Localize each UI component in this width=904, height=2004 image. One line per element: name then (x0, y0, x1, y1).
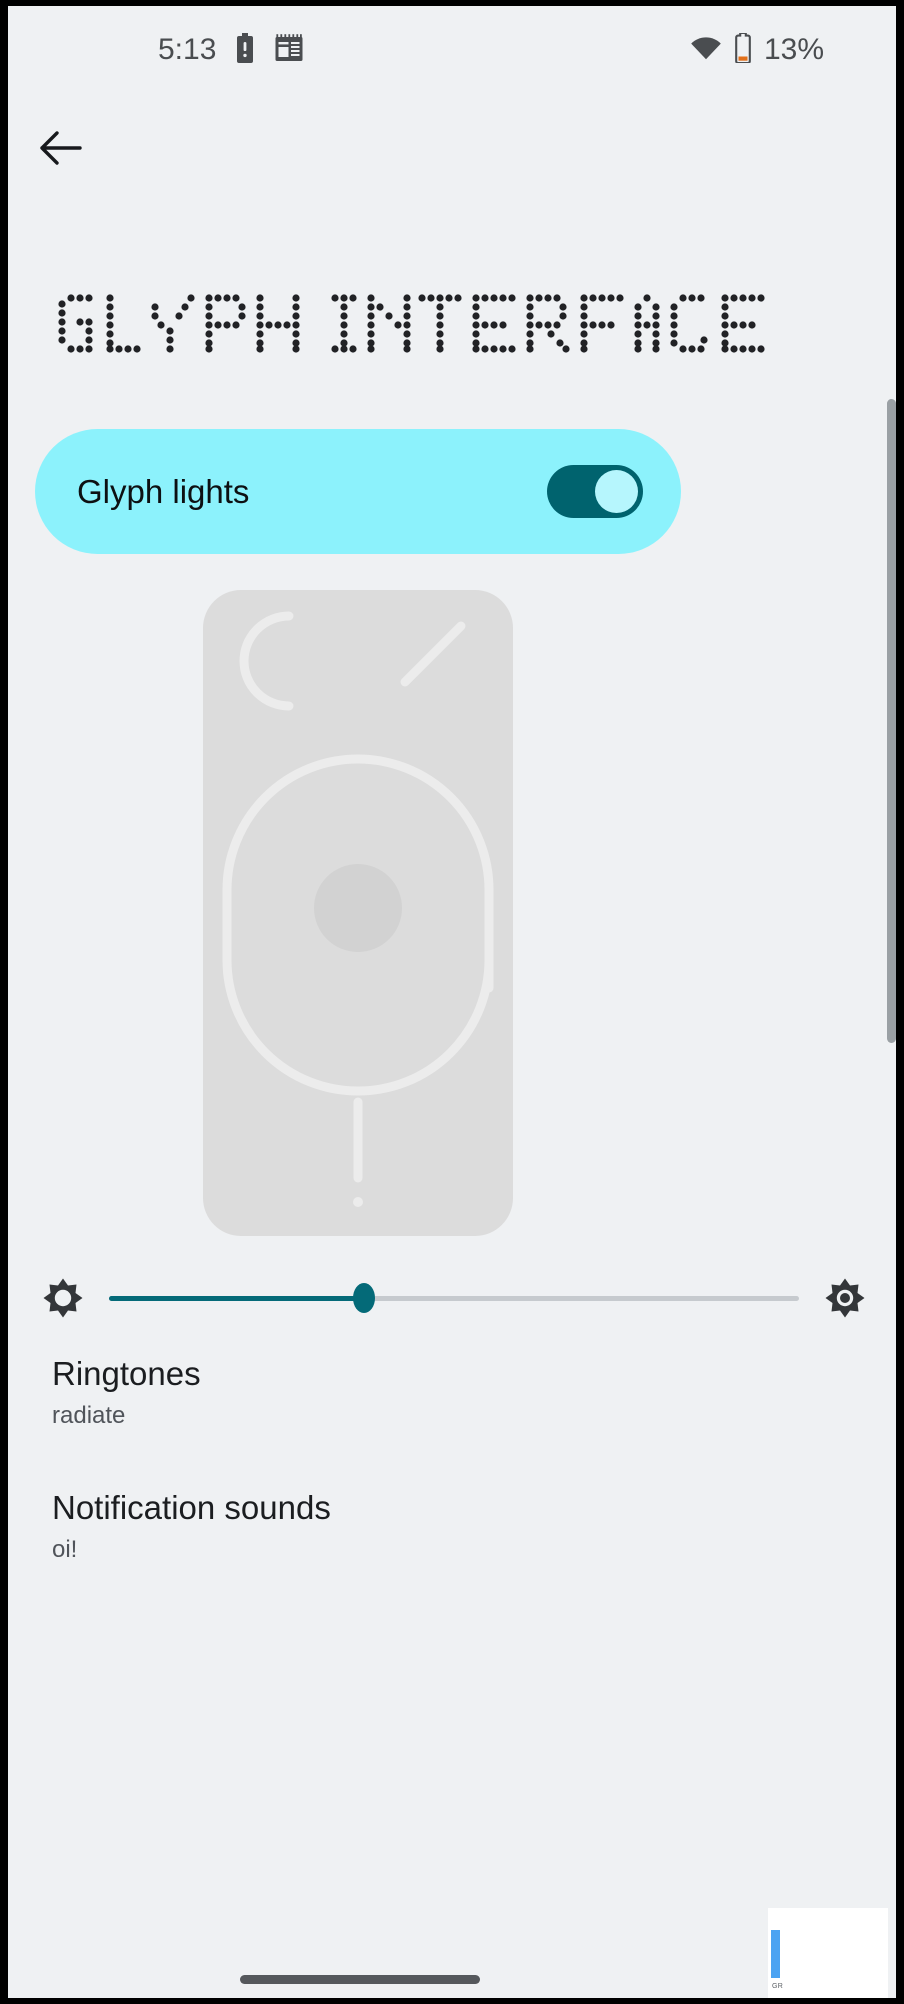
list-item-title: Notification sounds (52, 1489, 331, 1526)
battery-alert-icon (234, 32, 256, 68)
nothing-phone-glyph-diagram (203, 590, 513, 1236)
list-item-ringtones[interactable]: Ringtones radiate (52, 1354, 752, 1432)
battery-percent-label: 13% (763, 33, 824, 66)
overlay-accent-bar (771, 1930, 780, 1978)
status-bar: 5:13 13% (8, 6, 896, 94)
status-bar-left: 5:13 (158, 32, 304, 68)
glyph-lights-card[interactable]: Glyph lights (35, 429, 681, 554)
brightness-slider[interactable] (109, 1278, 799, 1318)
brightness-low-icon[interactable] (39, 1274, 87, 1322)
status-bar-right: 13% (690, 31, 824, 68)
slider-thumb[interactable] (353, 1283, 376, 1313)
list-item-notification-sounds[interactable]: Notification sounds oi! (52, 1488, 752, 1566)
glyph-interface-dotmatrix (58, 294, 765, 353)
list-item-title: Ringtones (52, 1355, 201, 1392)
back-button[interactable] (32, 120, 88, 176)
slider-fill (109, 1295, 365, 1301)
brightness-high-icon[interactable] (821, 1274, 869, 1322)
gesture-navigation-bar[interactable] (240, 1975, 480, 1984)
vertical-scrollbar[interactable] (887, 399, 896, 1043)
page-title: GLYPH INTERFACE (50, 288, 770, 368)
glyph-lights-label: Glyph lights (77, 472, 250, 510)
list-item-subtitle: radiate (52, 1402, 126, 1429)
glyph-lights-toggle[interactable] (547, 465, 643, 518)
arrow-left-icon (40, 131, 82, 165)
battery-low-icon (734, 31, 752, 68)
list-item-subtitle: oi! (52, 1536, 78, 1563)
news-widget-icon (274, 33, 304, 68)
status-clock: 5:13 (158, 33, 217, 66)
overlay-caption: GR (772, 1983, 784, 1990)
phone-screen: 5:13 13% Glyph lights Ringtones radiate … (8, 6, 896, 1998)
toggle-knob (595, 470, 638, 513)
glyph-brightness-slider-row (8, 1268, 896, 1328)
wifi-icon (690, 36, 722, 65)
